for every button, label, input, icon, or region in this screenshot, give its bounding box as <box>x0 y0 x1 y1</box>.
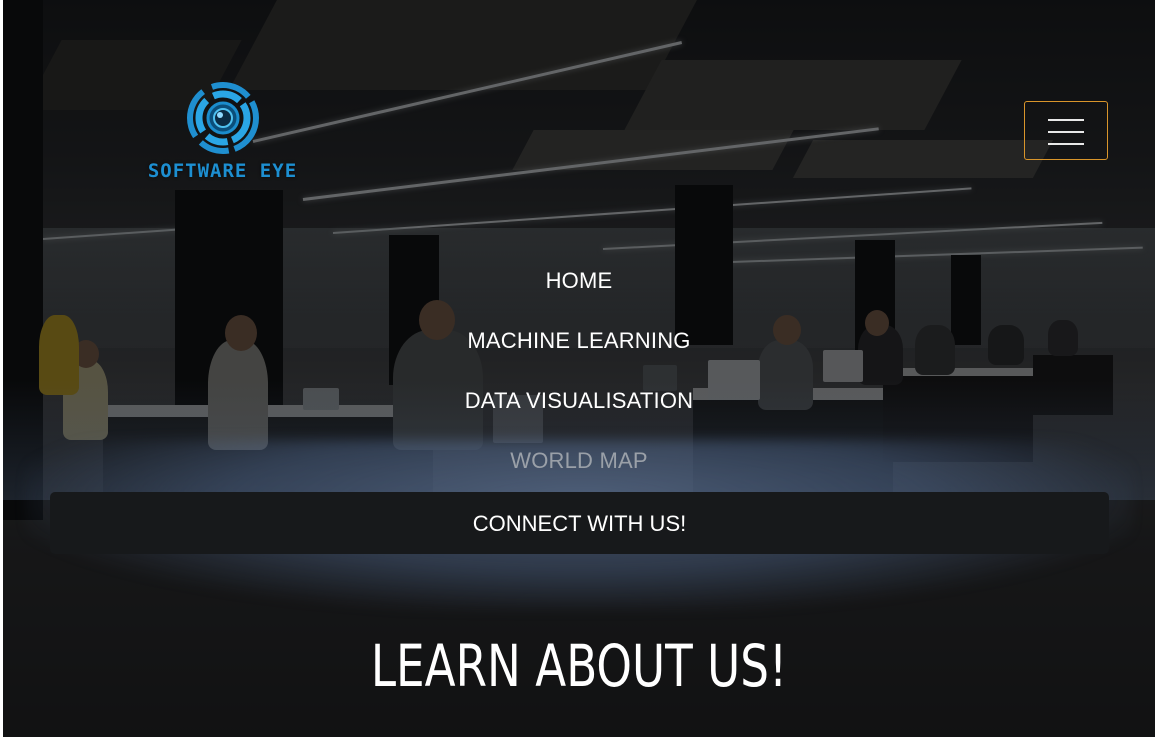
nav-item-connect-with-us[interactable]: CONNECT WITH US! <box>50 492 1109 554</box>
nav-item-machine-learning[interactable]: MACHINE LEARNING <box>3 328 1155 354</box>
menu-toggle-button[interactable] <box>1024 101 1108 160</box>
brand-logo[interactable]: SOFTWARE EYE <box>140 80 305 190</box>
page: SOFTWARE EYE HOME MACHINE LEARNING DATA … <box>3 0 1155 737</box>
hamburger-menu-icon <box>1048 119 1084 145</box>
hero-headline: LEARN ABOUT US! <box>370 632 788 700</box>
nav-item-world-map[interactable]: WORLD MAP <box>3 448 1155 474</box>
nav-item-data-visualisation[interactable]: DATA VISUALISATION <box>3 388 1155 414</box>
nav-item-home[interactable]: HOME <box>3 268 1155 294</box>
brand-name: SOFTWARE EYE <box>147 160 298 182</box>
connect-label: CONNECT WITH US! <box>472 511 687 536</box>
eye-lens-icon <box>187 82 259 154</box>
